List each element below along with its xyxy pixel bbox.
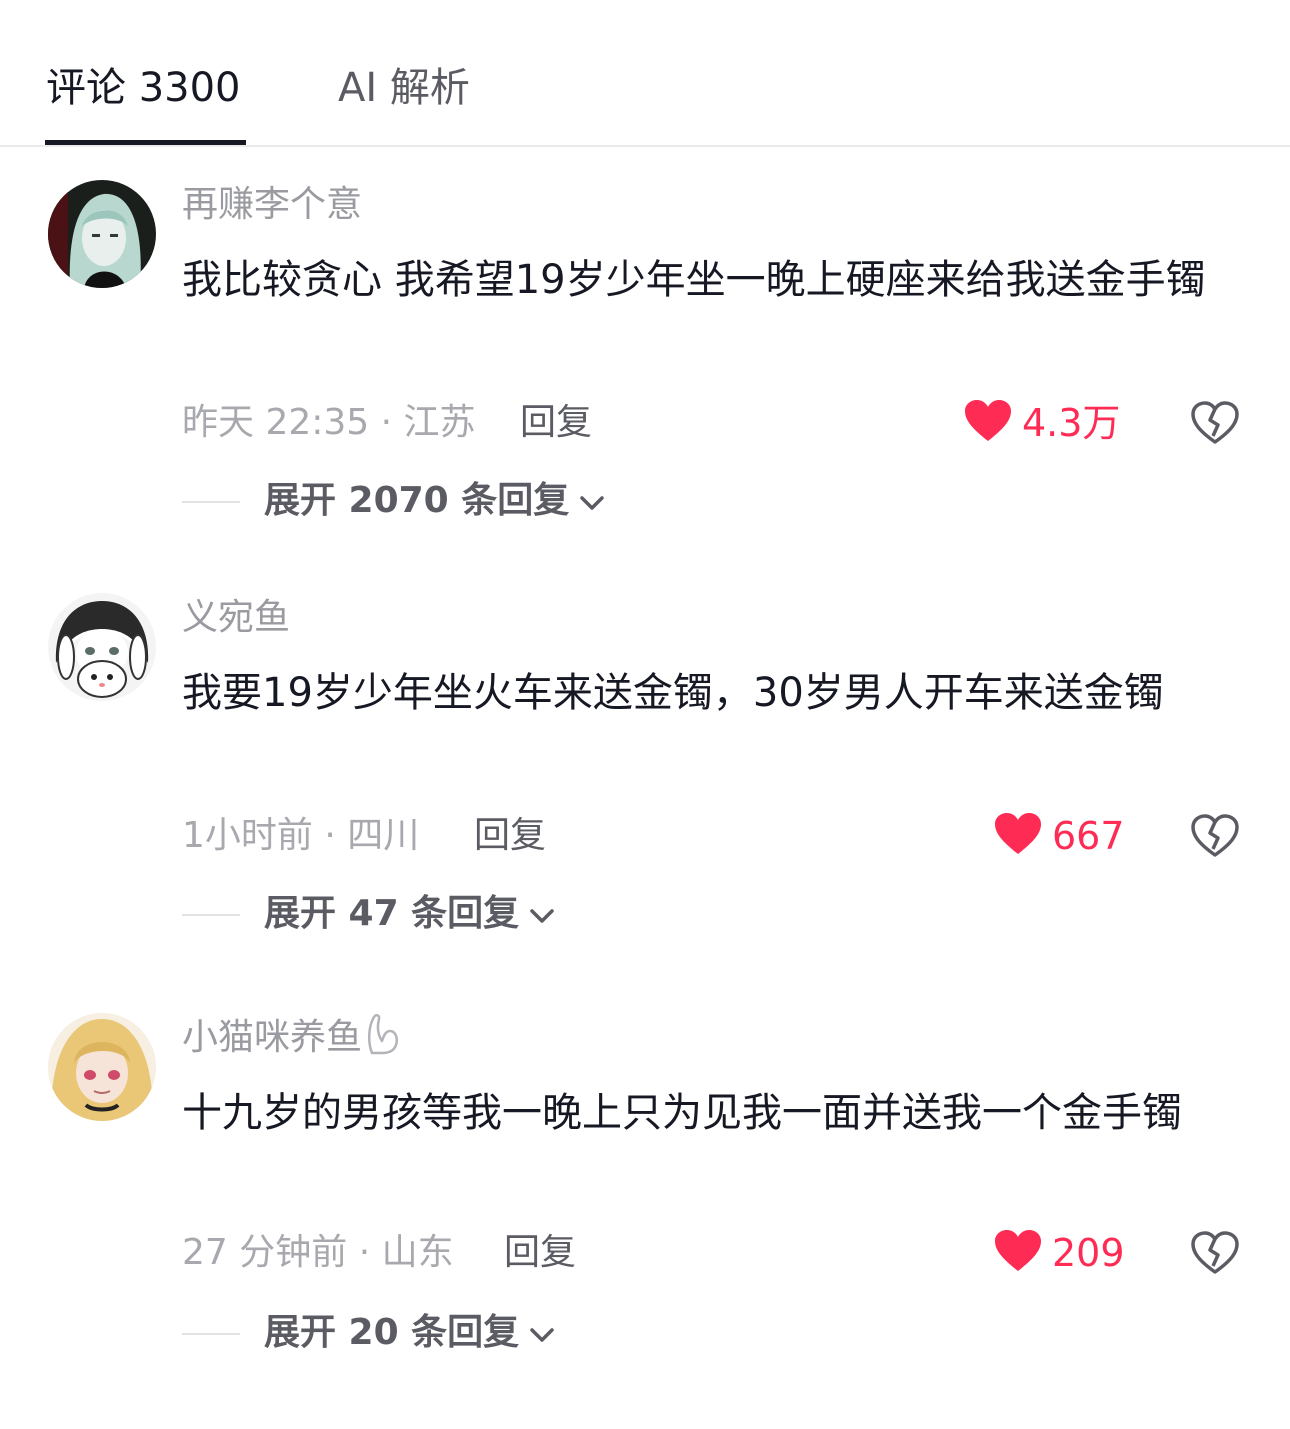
like-count: 209: [1052, 1231, 1125, 1275]
broken-heart-icon: [1190, 814, 1240, 865]
comment-text: 我要19岁少年坐火车来送金镯，30岁男人开车来送金镯: [182, 670, 1164, 716]
comment-username-text: 小猫咪养鱼: [182, 1017, 363, 1058]
like-count: 667: [1052, 814, 1125, 858]
broken-heart-icon: [1190, 1231, 1240, 1282]
expand-replies-button[interactable]: 展开 2070 条回复: [264, 476, 605, 526]
tabs-divider: [0, 145, 1290, 147]
tab-ai-analysis[interactable]: AI 解析: [338, 58, 470, 118]
heart-icon: [994, 812, 1042, 860]
expand-divider: [182, 501, 240, 503]
heart-icon: [964, 399, 1012, 447]
comment-username[interactable]: 义宛鱼: [182, 593, 290, 643]
chevron-down-icon: [579, 476, 605, 526]
cat-tail-icon: [366, 1013, 402, 1069]
expand-label: 展开 47 条回复: [264, 893, 520, 934]
like-button[interactable]: 667: [994, 811, 1125, 861]
comment-meta: 27 分钟前 · 山东: [182, 1232, 454, 1273]
comment-text: 十九岁的男孩等我一晚上只为见我一面并送我一个金手镯: [182, 1090, 1182, 1136]
comment-username[interactable]: 小猫咪养鱼: [182, 1013, 402, 1069]
comment-username[interactable]: 再赚李个意: [182, 180, 362, 230]
like-button[interactable]: 4.3万: [964, 398, 1120, 448]
expand-replies-button[interactable]: 展开 47 条回复: [264, 889, 555, 939]
dislike-button[interactable]: [1190, 398, 1240, 448]
comment-meta: 昨天 22:35 · 江苏: [182, 402, 476, 443]
like-button[interactable]: 209: [994, 1228, 1125, 1278]
comment-meta: 1小时前 · 四川: [182, 815, 420, 856]
expand-label: 展开 20 条回复: [264, 1312, 520, 1353]
reply-button[interactable]: 回复: [520, 398, 592, 448]
reply-button[interactable]: 回复: [504, 1228, 576, 1278]
reply-button[interactable]: 回复: [474, 811, 546, 861]
comment-tabs: 评论 3300 AI 解析: [0, 0, 1290, 147]
chevron-down-icon: [529, 1308, 555, 1358]
dislike-button[interactable]: [1190, 1228, 1240, 1278]
broken-heart-icon: [1190, 401, 1240, 452]
expand-divider: [182, 1333, 240, 1335]
expand-divider: [182, 914, 240, 916]
expand-label: 展开 2070 条回复: [264, 480, 570, 521]
dislike-button[interactable]: [1190, 811, 1240, 861]
chevron-down-icon: [529, 889, 555, 939]
tab-comments[interactable]: 评论 3300: [46, 58, 241, 118]
comment-text: 我比较贪心 我希望19岁少年坐一晚上硬座来给我送金手镯: [182, 257, 1206, 303]
avatar[interactable]: [48, 593, 156, 701]
like-count: 4.3万: [1022, 401, 1121, 445]
heart-icon: [994, 1229, 1042, 1277]
avatar[interactable]: [48, 180, 156, 288]
expand-replies-button[interactable]: 展开 20 条回复: [264, 1308, 555, 1358]
avatar[interactable]: [48, 1013, 156, 1121]
